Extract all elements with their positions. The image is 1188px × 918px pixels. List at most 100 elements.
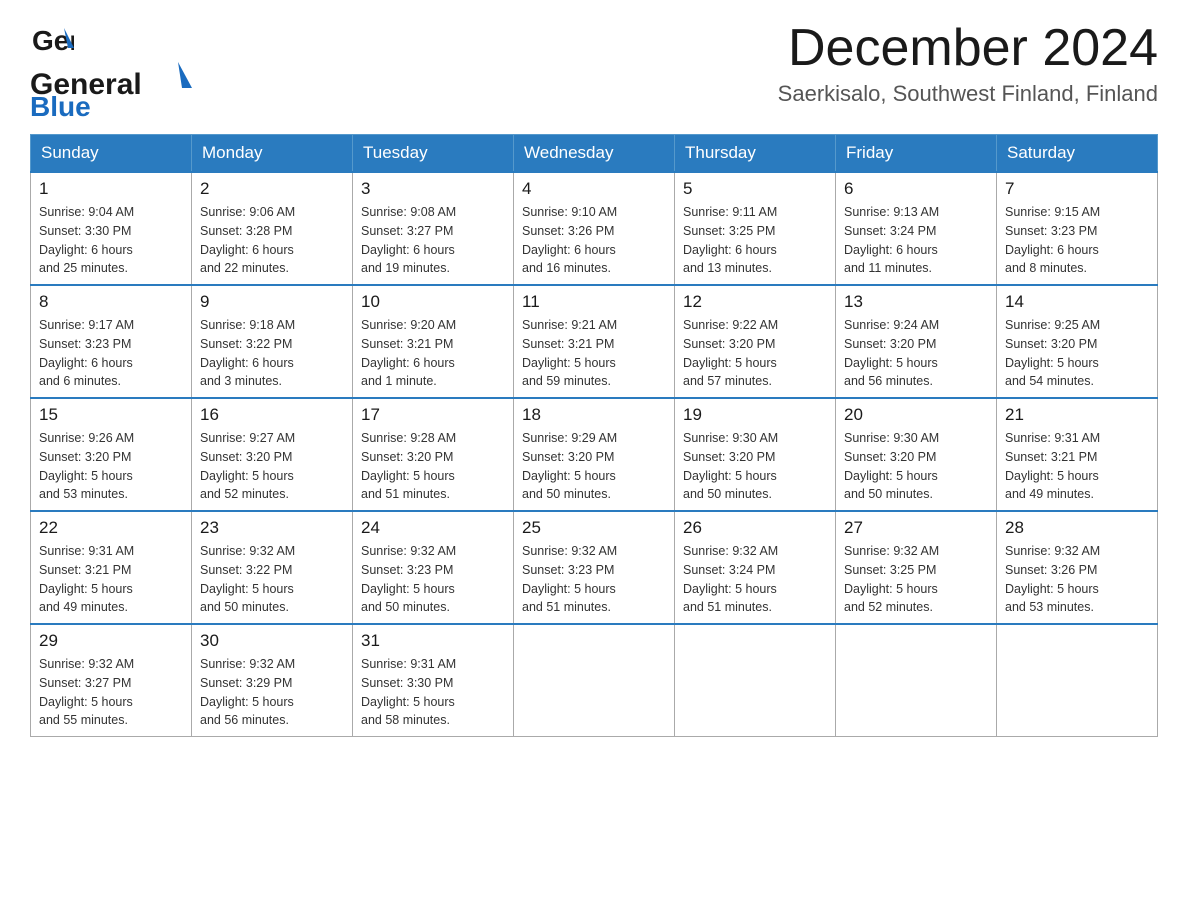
logo: General General Blue [30,20,210,118]
calendar-cell [836,624,997,737]
day-info: Sunrise: 9:17 AMSunset: 3:23 PMDaylight:… [39,316,183,391]
day-info: Sunrise: 9:25 AMSunset: 3:20 PMDaylight:… [1005,316,1149,391]
day-number: 13 [844,292,988,312]
day-info: Sunrise: 9:15 AMSunset: 3:23 PMDaylight:… [1005,203,1149,278]
weekday-header-saturday: Saturday [997,135,1158,173]
calendar-cell [675,624,836,737]
logo-full: General Blue [30,58,210,118]
calendar-cell: 2 Sunrise: 9:06 AMSunset: 3:28 PMDaylight… [192,172,353,285]
day-info: Sunrise: 9:31 AMSunset: 3:30 PMDaylight:… [361,655,505,730]
day-info: Sunrise: 9:26 AMSunset: 3:20 PMDaylight:… [39,429,183,504]
day-number: 16 [200,405,344,425]
day-number: 1 [39,179,183,199]
calendar-cell: 21Sunrise: 9:31 AMSunset: 3:21 PMDayligh… [997,398,1158,511]
location: Saerkisalo, Southwest Finland, Finland [778,81,1158,107]
day-number: 27 [844,518,988,538]
weekday-header-monday: Monday [192,135,353,173]
weekday-header-tuesday: Tuesday [353,135,514,173]
calendar-cell: 22Sunrise: 9:31 AMSunset: 3:21 PMDayligh… [31,511,192,624]
day-number: 17 [361,405,505,425]
calendar-cell: 3Sunrise: 9:08 AMSunset: 3:27 PMDaylight… [353,172,514,285]
day-number: 7 [1005,179,1149,199]
day-info: Sunrise: 9:10 AMSunset: 3:26 PMDaylight:… [522,203,666,278]
calendar-cell: 12 Sunrise: 9:22 AMSunset: 3:20 PMDayligh… [675,285,836,398]
day-info: Sunrise: 9:32 AMSunset: 3:27 PMDaylight:… [39,655,183,730]
day-number: 6 [844,179,988,199]
weekday-header-thursday: Thursday [675,135,836,173]
day-info: Sunrise: 9:04 AMSunset: 3:30 PMDaylight:… [39,203,183,278]
day-info: Sunrise: 9:21 AMSunset: 3:21 PMDaylight:… [522,316,666,391]
weekday-header-sunday: Sunday [31,135,192,173]
day-info: Sunrise: 9:22 AMSunset: 3:20 PMDaylight:… [683,316,827,391]
calendar-cell: 16 Sunrise: 9:27 AMSunset: 3:20 PMDayligh… [192,398,353,511]
day-number: 12 [683,292,827,312]
day-info: Sunrise: 9:31 AMSunset: 3:21 PMDaylight:… [39,542,183,617]
day-number: 15 [39,405,183,425]
calendar-cell: 18 Sunrise: 9:29 AMSunset: 3:20 PMDayligh… [514,398,675,511]
calendar-cell: 23Sunrise: 9:32 AMSunset: 3:22 PMDayligh… [192,511,353,624]
day-number: 9 [200,292,344,312]
day-info: Sunrise: 9:30 AMSunset: 3:20 PMDaylight:… [683,429,827,504]
calendar-week-row: 8 Sunrise: 9:17 AMSunset: 3:23 PMDaylight… [31,285,1158,398]
day-number: 29 [39,631,183,651]
day-number: 14 [1005,292,1149,312]
calendar-cell: 28Sunrise: 9:32 AMSunset: 3:26 PMDayligh… [997,511,1158,624]
day-info: Sunrise: 9:06 AMSunset: 3:28 PMDaylight:… [200,203,344,278]
calendar-cell: 26 Sunrise: 9:32 AMSunset: 3:24 PMDayligh… [675,511,836,624]
calendar-cell: 10 Sunrise: 9:20 AMSunset: 3:21 PMDayligh… [353,285,514,398]
calendar-cell [514,624,675,737]
day-info: Sunrise: 9:30 AMSunset: 3:20 PMDaylight:… [844,429,988,504]
calendar-cell: 20 Sunrise: 9:30 AMSunset: 3:20 PMDayligh… [836,398,997,511]
day-info: Sunrise: 9:13 AMSunset: 3:24 PMDaylight:… [844,203,988,278]
weekday-header-wednesday: Wednesday [514,135,675,173]
day-number: 23 [200,518,344,538]
day-number: 20 [844,405,988,425]
calendar-table: SundayMondayTuesdayWednesdayThursdayFrid… [30,134,1158,737]
day-number: 30 [200,631,344,651]
day-info: Sunrise: 9:08 AMSunset: 3:27 PMDaylight:… [361,203,505,278]
day-info: Sunrise: 9:32 AMSunset: 3:24 PMDaylight:… [683,542,827,617]
day-info: Sunrise: 9:18 AMSunset: 3:22 PMDaylight:… [200,316,344,391]
day-number: 8 [39,292,183,312]
day-number: 26 [683,518,827,538]
svg-text:Blue: Blue [30,91,91,118]
day-number: 18 [522,405,666,425]
calendar-cell: 30 Sunrise: 9:32 AMSunset: 3:29 PMDayligh… [192,624,353,737]
month-title: December 2024 [778,20,1158,77]
day-info: Sunrise: 9:32 AMSunset: 3:23 PMDaylight:… [361,542,505,617]
weekday-header-friday: Friday [836,135,997,173]
day-number: 31 [361,631,505,651]
day-number: 10 [361,292,505,312]
day-info: Sunrise: 9:29 AMSunset: 3:20 PMDaylight:… [522,429,666,504]
page-header: General General Blue December 2024 Saerk… [30,20,1158,118]
calendar-cell: 14 Sunrise: 9:25 AMSunset: 3:20 PMDayligh… [997,285,1158,398]
calendar-cell: 15 Sunrise: 9:26 AMSunset: 3:20 PMDayligh… [31,398,192,511]
calendar-cell: 5 Sunrise: 9:11 AMSunset: 3:25 PMDaylight… [675,172,836,285]
day-info: Sunrise: 9:32 AMSunset: 3:25 PMDaylight:… [844,542,988,617]
calendar-cell: 9 Sunrise: 9:18 AMSunset: 3:22 PMDaylight… [192,285,353,398]
day-info: Sunrise: 9:27 AMSunset: 3:20 PMDaylight:… [200,429,344,504]
calendar-cell: 6 Sunrise: 9:13 AMSunset: 3:24 PMDaylight… [836,172,997,285]
calendar-cell: 8 Sunrise: 9:17 AMSunset: 3:23 PMDaylight… [31,285,192,398]
calendar-cell: 4Sunrise: 9:10 AMSunset: 3:26 PMDaylight… [514,172,675,285]
title-section: December 2024 Saerkisalo, Southwest Finl… [778,20,1158,107]
calendar-cell: 25Sunrise: 9:32 AMSunset: 3:23 PMDayligh… [514,511,675,624]
day-info: Sunrise: 9:32 AMSunset: 3:29 PMDaylight:… [200,655,344,730]
day-number: 5 [683,179,827,199]
day-number: 2 [200,179,344,199]
weekday-header-row: SundayMondayTuesdayWednesdayThursdayFrid… [31,135,1158,173]
calendar-week-row: 1 Sunrise: 9:04 AMSunset: 3:30 PMDaylight… [31,172,1158,285]
calendar-cell: 24Sunrise: 9:32 AMSunset: 3:23 PMDayligh… [353,511,514,624]
calendar-cell: 31 Sunrise: 9:31 AMSunset: 3:30 PMDayligh… [353,624,514,737]
calendar-week-row: 22Sunrise: 9:31 AMSunset: 3:21 PMDayligh… [31,511,1158,624]
day-info: Sunrise: 9:24 AMSunset: 3:20 PMDaylight:… [844,316,988,391]
day-info: Sunrise: 9:11 AMSunset: 3:25 PMDaylight:… [683,203,827,278]
calendar-week-row: 15 Sunrise: 9:26 AMSunset: 3:20 PMDayligh… [31,398,1158,511]
day-info: Sunrise: 9:31 AMSunset: 3:21 PMDaylight:… [1005,429,1149,504]
day-number: 28 [1005,518,1149,538]
calendar-cell: 17Sunrise: 9:28 AMSunset: 3:20 PMDayligh… [353,398,514,511]
calendar-cell: 7 Sunrise: 9:15 AMSunset: 3:23 PMDaylight… [997,172,1158,285]
day-number: 25 [522,518,666,538]
calendar-cell: 19Sunrise: 9:30 AMSunset: 3:20 PMDayligh… [675,398,836,511]
day-info: Sunrise: 9:20 AMSunset: 3:21 PMDaylight:… [361,316,505,391]
